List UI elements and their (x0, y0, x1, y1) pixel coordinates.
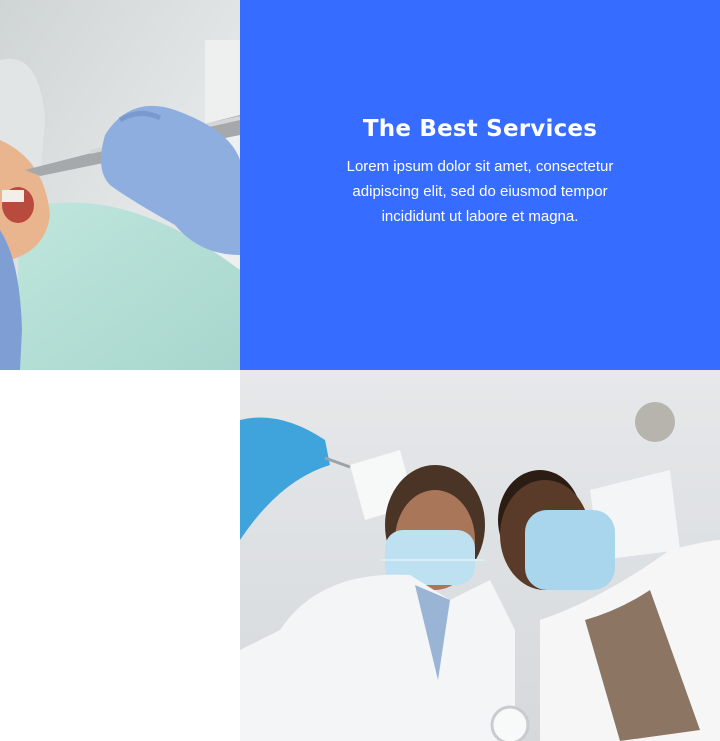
two-dentists-photo (240, 370, 720, 741)
promo-line: Lorem ipsum dolor sit amet, consectetur (346, 157, 614, 175)
promo-text: Lorem ipsum dolor sit amet, consectetur … (347, 154, 614, 229)
promo-line: incididunt ut labore et magna. (381, 207, 579, 225)
services-promo: The Best Services Lorem ipsum dolor sit … (240, 0, 720, 370)
blank-tile (0, 370, 240, 741)
promo-line: adipiscing elit, sed do eiusmod tempor (352, 182, 608, 200)
dental-procedure-photo (0, 0, 240, 370)
promo-title: The Best Services (362, 115, 598, 142)
